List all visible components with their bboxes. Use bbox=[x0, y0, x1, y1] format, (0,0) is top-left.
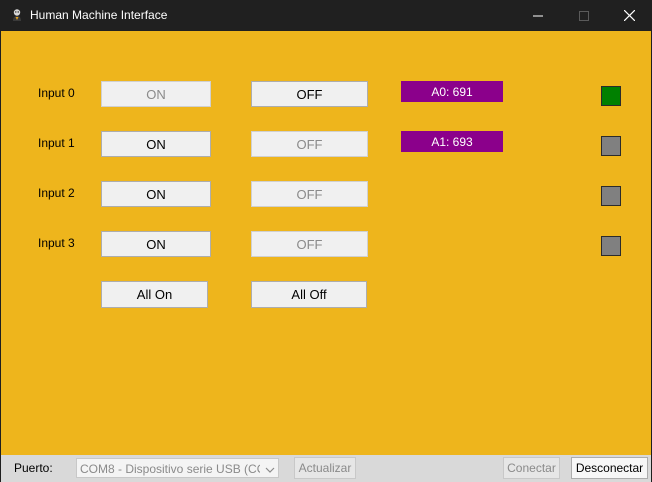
input-2-on-button[interactable]: ON bbox=[101, 181, 211, 207]
close-icon bbox=[623, 10, 635, 21]
main-panel: Input 0 ON OFF A0: 691 Input 1 ON OFF A1… bbox=[1, 31, 651, 455]
disconnect-button[interactable]: Desconectar bbox=[571, 457, 648, 479]
input-0-off-button[interactable]: OFF bbox=[251, 81, 368, 107]
input-2-led-indicator bbox=[601, 186, 621, 206]
analog-a0-display: A0: 691 bbox=[401, 81, 503, 102]
minimize-button[interactable] bbox=[515, 0, 561, 31]
input-2-off-button[interactable]: OFF bbox=[251, 181, 368, 207]
input-0-led-indicator bbox=[601, 86, 621, 106]
connect-button[interactable]: Conectar bbox=[503, 457, 560, 479]
all-on-button[interactable]: All On bbox=[101, 281, 208, 308]
input-2-label: Input 2 bbox=[38, 186, 75, 200]
refresh-button[interactable]: Actualizar bbox=[294, 457, 356, 479]
maximize-icon bbox=[579, 10, 589, 21]
status-bar: Puerto: COM8 - Dispositivo serie USB (CO… bbox=[1, 455, 651, 482]
input-0-on-button[interactable]: ON bbox=[101, 81, 211, 107]
input-1-label: Input 1 bbox=[38, 136, 75, 150]
input-1-led-indicator bbox=[601, 136, 621, 156]
close-button[interactable] bbox=[606, 0, 652, 31]
port-select[interactable]: COM8 - Dispositivo serie USB (COM8) bbox=[76, 458, 279, 478]
title-bar: Human Machine Interface bbox=[0, 0, 652, 31]
port-select-value: COM8 - Dispositivo serie USB (COM8) bbox=[80, 462, 260, 476]
input-3-on-button[interactable]: ON bbox=[101, 231, 211, 257]
chevron-down-icon bbox=[265, 463, 275, 477]
window-title: Human Machine Interface bbox=[30, 8, 168, 22]
minimize-icon bbox=[533, 15, 543, 16]
input-3-label: Input 3 bbox=[38, 236, 75, 250]
port-label: Puerto: bbox=[14, 461, 53, 475]
maximize-button[interactable] bbox=[561, 0, 607, 31]
input-0-label: Input 0 bbox=[38, 86, 75, 100]
input-3-off-button[interactable]: OFF bbox=[251, 231, 368, 257]
analog-a1-display: A1: 693 bbox=[401, 131, 503, 152]
app-icon bbox=[10, 8, 24, 22]
input-1-off-button[interactable]: OFF bbox=[251, 131, 368, 157]
input-3-led-indicator bbox=[601, 236, 621, 256]
all-off-button[interactable]: All Off bbox=[251, 281, 367, 308]
input-1-on-button[interactable]: ON bbox=[101, 131, 211, 157]
